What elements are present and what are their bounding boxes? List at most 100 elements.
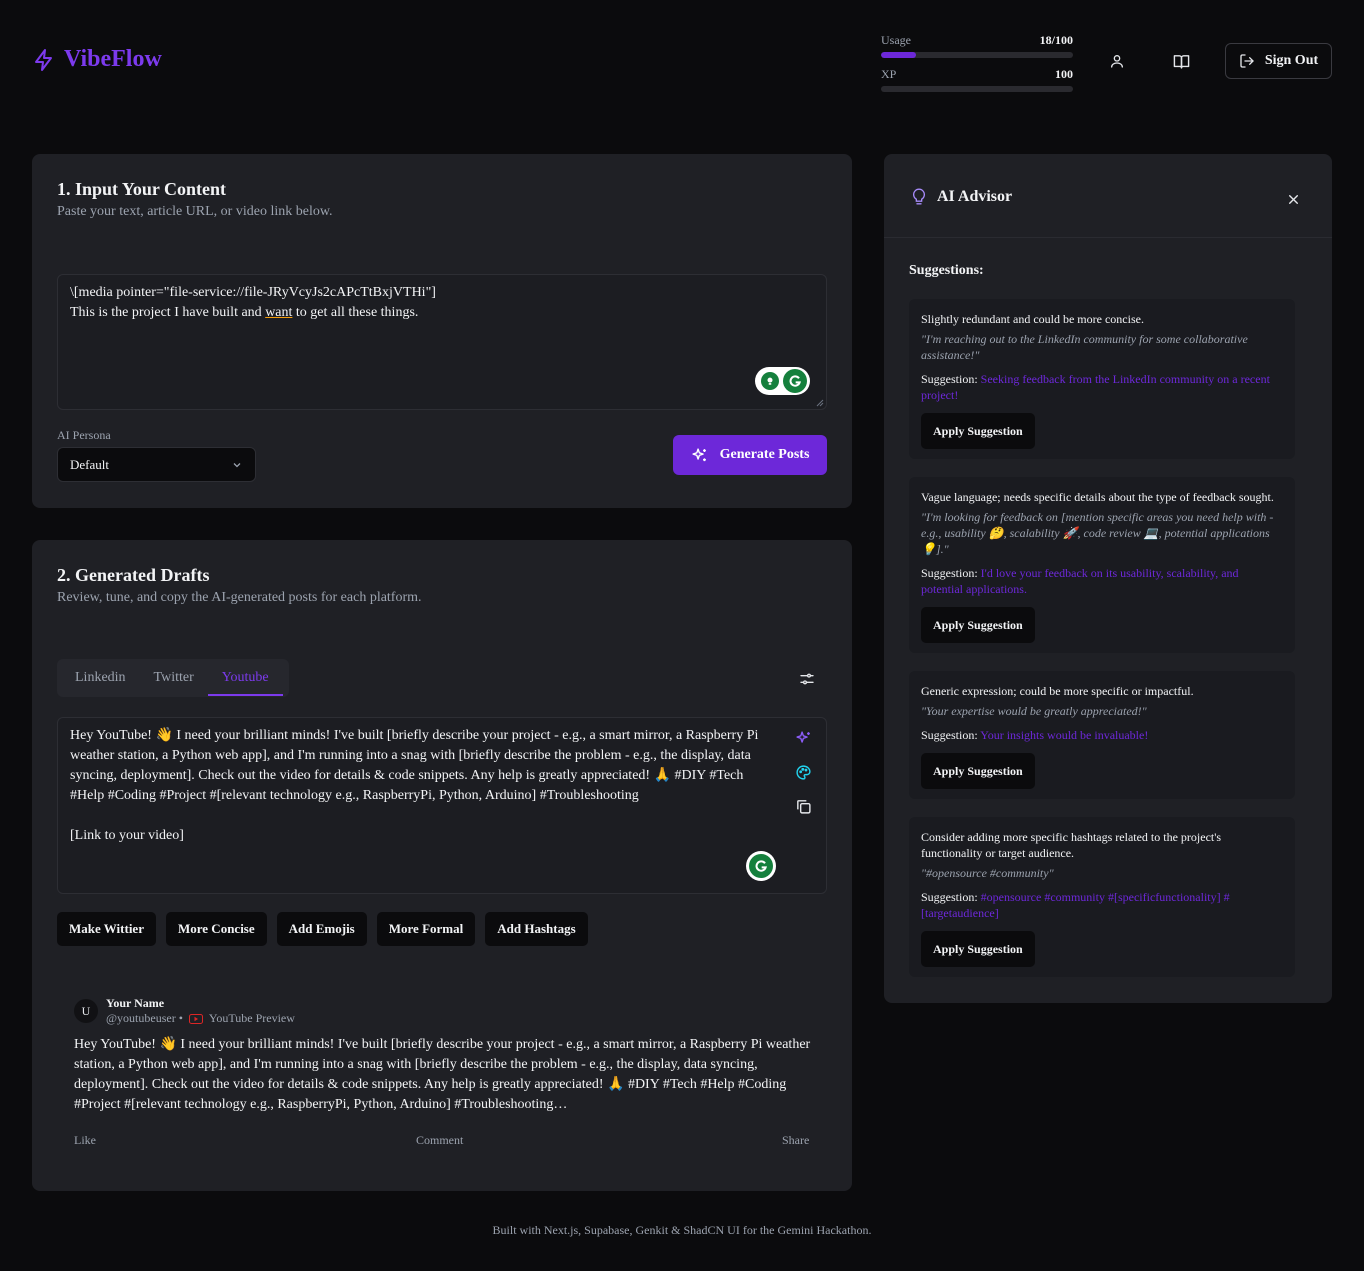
sign-out-label: Sign Out xyxy=(1264,53,1319,68)
generate-posts-button[interactable]: Generate Posts xyxy=(673,435,827,475)
suggestion-card: Vague language; needs specific details a… xyxy=(909,477,1295,653)
grammarly-icon xyxy=(783,369,807,393)
suggestion-quote: "I'm reaching out to the LinkedIn commun… xyxy=(921,332,1248,362)
lightbulb-icon xyxy=(911,187,927,206)
refine-actions: Make Wittier More Concise Add Emojis More F… xyxy=(57,912,598,946)
preview-body: Hey YouTube! 👋 I need your brilliant min… xyxy=(74,1037,811,1112)
apply-suggestion-button[interactable]: Apply Suggestion xyxy=(921,413,1035,449)
suggestions-heading: Suggestions: xyxy=(909,263,984,278)
persona-label: AI Persona xyxy=(57,428,111,442)
suggestion-quote: "I'm looking for feedback on [mention sp… xyxy=(921,510,1274,556)
xp-progress-bar xyxy=(881,86,1073,92)
tab-youtube[interactable]: Youtube xyxy=(207,660,283,696)
sparkles-icon xyxy=(691,447,708,464)
apply-suggestion-button[interactable]: Apply Suggestion xyxy=(921,931,1035,967)
tab-linkedin[interactable]: Linkedin xyxy=(61,660,140,696)
divider xyxy=(884,237,1332,238)
tab-twitter[interactable]: Twitter xyxy=(140,660,208,696)
book-open-icon xyxy=(1173,53,1190,70)
content-input-line: This is the project I have built and wan… xyxy=(70,305,419,320)
lightbulb-badge-icon xyxy=(761,372,779,390)
add-emojis-button[interactable]: Add Emojis xyxy=(276,912,367,946)
xp-value: 100 xyxy=(1055,67,1073,81)
brand-name: VibeFlow xyxy=(64,46,162,72)
platform-tabs: Linkedin Twitter Youtube xyxy=(57,659,289,697)
suggestion-issue: Slightly redundant and could be more con… xyxy=(921,312,1144,326)
suggestion-card: Consider adding more specific hashtags r… xyxy=(909,817,1295,977)
sliders-icon xyxy=(799,671,815,687)
preview-comment[interactable]: Comment xyxy=(416,1133,463,1148)
chevron-down-icon xyxy=(231,459,243,471)
resize-handle[interactable] xyxy=(816,399,824,407)
preview-platform-label: YouTube Preview xyxy=(208,1011,295,1025)
advisor-title: AI Advisor xyxy=(937,187,1013,205)
close-icon xyxy=(1287,193,1300,206)
preview-like[interactable]: Like xyxy=(74,1133,96,1148)
suggestion-label: Suggestion: xyxy=(921,890,978,904)
suggestion-label: Suggestion: xyxy=(921,566,978,580)
apply-suggestion-button[interactable]: Apply Suggestion xyxy=(921,607,1035,643)
draft-editor[interactable]: Hey YouTube! 👋 I need your brilliant min… xyxy=(57,717,827,894)
grammarly-widget[interactable] xyxy=(755,367,810,395)
generated-drafts-card: 2. Generated Drafts Review, tune, and co… xyxy=(32,540,852,1191)
suggestion-label: Suggestion: xyxy=(921,372,978,386)
grammarly-icon xyxy=(749,854,773,878)
suggestion-card: Slightly redundant and could be more con… xyxy=(909,299,1295,459)
draft-text: Hey YouTube! 👋 I need your brilliant min… xyxy=(70,728,759,803)
suggestion-issue: Generic expression; could be more specif… xyxy=(921,684,1194,698)
brand-logo[interactable]: VibeFlow xyxy=(32,46,162,73)
youtube-preview: U Your Name @youtubeuser • YouTube Previ… xyxy=(74,996,819,1026)
copy-icon xyxy=(795,798,812,815)
persona-select[interactable]: Default xyxy=(57,447,256,482)
profile-button[interactable] xyxy=(1102,46,1132,76)
youtube-icon xyxy=(188,1013,203,1024)
make-wittier-button[interactable]: Make Wittier xyxy=(57,912,156,946)
zap-icon xyxy=(32,48,56,72)
suggestion-quote: "#opensource #community" xyxy=(921,866,1054,880)
user-icon xyxy=(1109,53,1125,69)
grammarly-widget[interactable] xyxy=(746,851,776,881)
sparkles-icon xyxy=(795,730,812,747)
copy-button[interactable] xyxy=(795,798,812,815)
content-input[interactable]: \[media pointer="file-service://file-JRy… xyxy=(57,274,827,410)
suggestion-card: Generic expression; could be more specif… xyxy=(909,671,1295,799)
more-formal-button[interactable]: More Formal xyxy=(376,912,476,946)
input-card-title: 1. Input Your Content xyxy=(57,179,227,199)
suggestion-text: Your insights would be invaluable! xyxy=(980,728,1149,742)
usage-meters: Usage 18/100 XP 100 xyxy=(881,32,1073,100)
persona-value: Default xyxy=(70,456,109,472)
suggestion-label: Suggestion: xyxy=(921,728,978,742)
log-out-icon xyxy=(1239,53,1255,69)
generate-posts-label: Generate Posts xyxy=(719,447,810,462)
avatar: U xyxy=(74,999,98,1023)
usage-progress-fill xyxy=(881,52,916,58)
usage-label: Usage xyxy=(881,33,911,47)
drafts-card-subtitle: Review, tune, and copy the AI-generated … xyxy=(57,590,422,605)
style-button[interactable] xyxy=(795,764,812,781)
input-card-subtitle: Paste your text, article URL, or video l… xyxy=(57,204,333,219)
xp-label: XP xyxy=(881,67,897,81)
docs-button[interactable] xyxy=(1166,46,1196,76)
regenerate-button[interactable] xyxy=(795,730,812,747)
draft-link-text: [Link to your video] xyxy=(70,828,184,843)
preview-share[interactable]: Share xyxy=(782,1133,809,1148)
suggestion-quote: "Your expertise would be greatly appreci… xyxy=(921,704,1147,718)
usage-progress-bar xyxy=(881,52,1073,58)
spelling-flag[interactable]: want xyxy=(265,305,292,320)
tune-settings-button[interactable] xyxy=(792,664,822,694)
preview-handle: @youtubeuser • xyxy=(106,1011,183,1025)
footer-credits: Built with Next.js, Supabase, Genkit & S… xyxy=(492,1223,872,1237)
palette-icon xyxy=(795,764,812,781)
usage-value: 18/100 xyxy=(1039,33,1073,47)
close-advisor-button[interactable] xyxy=(1278,184,1308,214)
suggestion-issue: Consider adding more specific hashtags r… xyxy=(921,830,1222,860)
apply-suggestion-button[interactable]: Apply Suggestion xyxy=(921,753,1035,789)
preview-author-name: Your Name xyxy=(106,996,165,1010)
suggestion-issue: Vague language; needs specific details a… xyxy=(921,490,1274,504)
drafts-card-title: 2. Generated Drafts xyxy=(57,565,210,585)
sign-out-button[interactable]: Sign Out xyxy=(1225,43,1332,79)
add-hashtags-button[interactable]: Add Hashtags xyxy=(485,912,588,946)
more-concise-button[interactable]: More Concise xyxy=(165,912,267,946)
content-input-line: \[media pointer="file-service://file-JRy… xyxy=(70,285,436,300)
input-content-card: 1. Input Your Content Paste your text, a… xyxy=(32,154,852,508)
